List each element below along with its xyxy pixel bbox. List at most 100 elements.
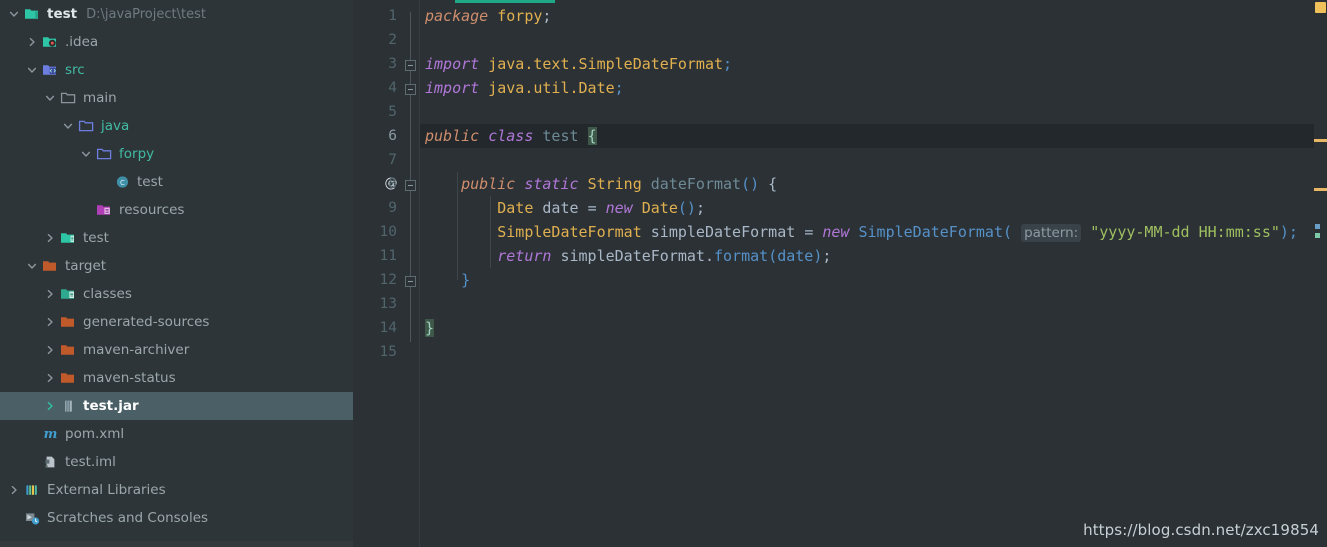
chevron-right-icon[interactable] <box>44 232 56 244</box>
chevron-right-icon[interactable] <box>44 288 56 300</box>
line-number: 14 <box>379 320 397 336</box>
tree-item-maven-archiver[interactable]: maven-archiver <box>0 336 353 364</box>
code-line[interactable]: Date date = new Date(); <box>425 196 705 220</box>
fold-marker-method-end[interactable] <box>405 276 416 287</box>
project-tree[interactable]: test D:\javaProject\test .idea src main java f… <box>0 0 353 532</box>
source-folder-icon <box>42 62 59 78</box>
tree-item-label: src <box>65 62 85 78</box>
tree-item-test-jar[interactable]: test.jar <box>0 392 353 420</box>
tree-item-test[interactable]: Ctest <box>0 168 353 196</box>
code-line[interactable]: return simpleDateFormat.format(date); <box>425 244 831 268</box>
watermark-text: https://blog.csdn.net/zxc19854 <box>1083 521 1319 539</box>
tree-item-main[interactable]: main <box>0 84 353 112</box>
source-root-folder-icon <box>78 118 95 134</box>
excluded-folder-icon <box>60 342 77 358</box>
tree-item-classes[interactable]: classes <box>0 280 353 308</box>
warning-stripe-marker[interactable] <box>1314 139 1327 142</box>
fold-marker-method-start[interactable] <box>405 180 416 191</box>
chevron-right-icon[interactable] <box>44 344 56 356</box>
code-line[interactable]: } <box>425 268 470 292</box>
code-token: public <box>461 175 516 193</box>
line-number: 2 <box>388 32 397 48</box>
code-line[interactable]: import java.util.Date; <box>425 76 624 100</box>
tree-item-external-libraries[interactable]: External Libraries <box>0 476 353 504</box>
package-folder-icon <box>96 146 113 162</box>
project-tree-panel[interactable]: test D:\javaProject\test .idea src main java f… <box>0 0 353 547</box>
tree-item-forpy[interactable]: forpy <box>0 140 353 168</box>
tree-item-scratches-and-consoles[interactable]: Scratches and Consoles <box>0 504 353 532</box>
chevron-right-icon[interactable] <box>44 400 56 412</box>
tree-item-label: test <box>137 174 163 190</box>
chevron-right-icon[interactable] <box>8 484 20 496</box>
code-token: public <box>425 127 480 145</box>
code-token: java.util.Date <box>479 79 615 97</box>
code-line[interactable]: import java.text.SimpleDateFormat; <box>425 52 732 76</box>
chevron-down-icon[interactable] <box>44 92 56 104</box>
tree-item-label: target <box>65 258 107 274</box>
code-line[interactable]: package forpy; <box>425 4 551 28</box>
tree-item-generated-sources[interactable]: generated-sources <box>0 308 353 336</box>
code-token: = <box>804 223 814 241</box>
tree-item-label: .idea <box>65 34 99 50</box>
tree-item-label: pom.xml <box>65 426 125 442</box>
code-line[interactable]: public class test { <box>425 124 597 148</box>
code-token: () <box>677 199 696 217</box>
line-number: 10 <box>379 224 397 240</box>
tree-item-label: test <box>83 230 109 246</box>
inspection-summary-icon[interactable] <box>1315 2 1326 13</box>
code-line[interactable]: public static String dateFormat() { <box>425 172 777 196</box>
scratches-icon <box>24 510 41 526</box>
code-line[interactable]: SimpleDateFormat simpleDateFormat = new … <box>425 220 1298 244</box>
code-token: forpy <box>497 7 543 25</box>
tree-item-label: maven-status <box>83 370 176 386</box>
chevron-down-icon[interactable] <box>8 8 20 20</box>
code-token: Date <box>641 199 678 217</box>
tree-item-label: maven-archiver <box>83 342 190 358</box>
code-line[interactable]: } <box>425 316 435 340</box>
code-token: "yyyy-MM-dd HH:mm:ss" <box>1090 223 1280 241</box>
tree-item-label: classes <box>83 286 132 302</box>
svg-text:C: C <box>120 179 125 187</box>
code-token: String <box>587 175 642 193</box>
tree-item-label: External Libraries <box>47 482 166 498</box>
code-token: ; <box>822 247 832 265</box>
code-token: (date) <box>768 247 823 265</box>
tree-item-label: Scratches and Consoles <box>47 510 209 526</box>
tree-item--idea[interactable]: .idea <box>0 28 353 56</box>
chevron-down-icon[interactable] <box>26 260 38 272</box>
tree-item-label: test.jar <box>83 398 139 414</box>
code-token: ); <box>1279 223 1298 241</box>
tree-item-pom-xml[interactable]: m pom.xml <box>0 420 353 448</box>
error-stripe-marker-bar[interactable] <box>1314 0 1327 547</box>
code-token: import <box>425 79 480 97</box>
tree-item-test-iml[interactable]: test.iml <box>0 448 353 476</box>
chevron-right-icon[interactable] <box>44 372 56 384</box>
chevron-right-icon[interactable] <box>26 36 38 48</box>
tree-item-test[interactable]: test D:\javaProject\test <box>0 0 353 28</box>
fold-marker-import-2[interactable] <box>405 84 416 95</box>
code-token: new <box>822 223 850 241</box>
tree-item-maven-status[interactable]: maven-status <box>0 364 353 392</box>
chevron-down-icon[interactable] <box>80 148 92 160</box>
minimap-chip <box>1315 224 1320 229</box>
tree-item-resources[interactable]: resources <box>0 196 353 224</box>
tree-item-target[interactable]: target <box>0 252 353 280</box>
sidebar-bottom-divider <box>0 541 353 547</box>
chevron-down-icon[interactable] <box>26 64 38 76</box>
warning-stripe-marker[interactable] <box>1314 188 1327 191</box>
active-tab-underline <box>455 0 555 3</box>
tree-item-java[interactable]: java <box>0 112 353 140</box>
code-token: package <box>425 7 489 25</box>
fold-marker-import[interactable] <box>405 60 416 71</box>
tree-item-test[interactable]: test <box>0 224 353 252</box>
chevron-right-icon[interactable] <box>44 316 56 328</box>
code-token: simpleDateFormat <box>551 247 705 265</box>
code-editor[interactable]: @ 1 2 3 4 5 6 7 8 9 10 11 12 13 14 15 package forpy; im… <box>353 0 1327 547</box>
chevron-down-icon[interactable] <box>62 120 74 132</box>
tree-item-src[interactable]: src <box>0 56 353 84</box>
jar-file-icon <box>60 398 77 414</box>
